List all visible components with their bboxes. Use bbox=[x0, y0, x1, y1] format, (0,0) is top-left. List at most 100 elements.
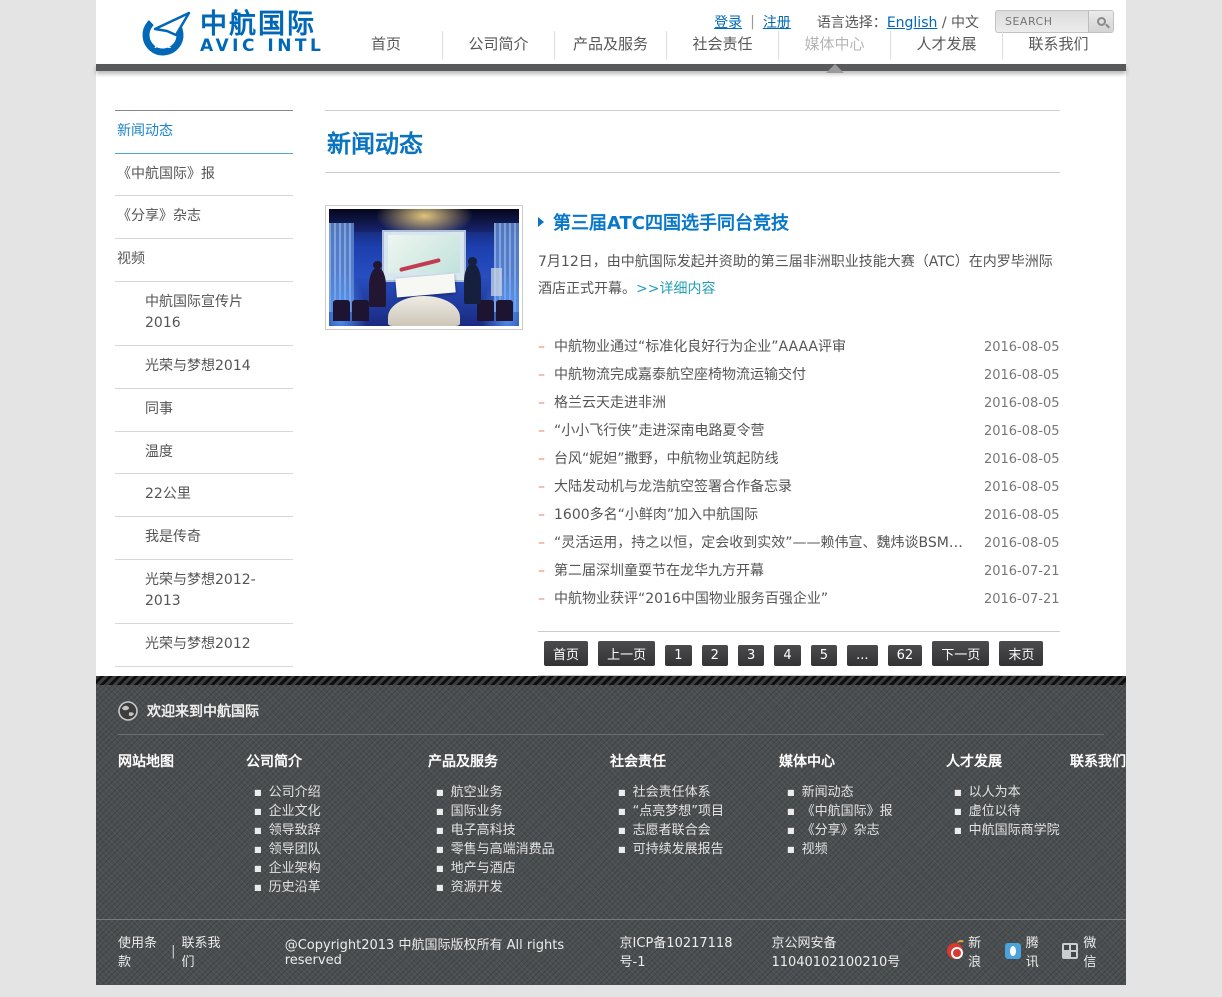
pagination-button[interactable]: 62 bbox=[888, 645, 923, 666]
login-link[interactable]: 登录 bbox=[714, 12, 742, 32]
news-title-link[interactable]: 中航物流完成嘉泰航空座椅物流运输交付 bbox=[554, 364, 976, 384]
footer-link[interactable]: ■可持续发展报告 bbox=[618, 840, 779, 859]
page-title: 新闻动态 bbox=[327, 130, 423, 158]
footer-link[interactable]: ■虚位以待 bbox=[954, 802, 1070, 821]
sidebar-item[interactable]: 光荣与梦想2012 bbox=[115, 624, 293, 667]
social-links: 新浪 腾讯 微信 bbox=[947, 932, 1104, 970]
search-button[interactable] bbox=[1088, 10, 1113, 33]
footer-link[interactable]: ■地产与酒店 bbox=[436, 859, 610, 878]
footer-link[interactable]: ■《中航国际》报 bbox=[787, 802, 946, 821]
sidebar-item[interactable]: 《中航国际》报 bbox=[115, 154, 293, 197]
news-title-link[interactable]: “小小飞行侠”走进深南电路夏令营 bbox=[554, 420, 976, 440]
pagination-button[interactable]: 2 bbox=[702, 645, 728, 666]
news-date: 2016-08-05 bbox=[984, 508, 1060, 523]
footer-link[interactable]: ■零售与高端消费品 bbox=[436, 840, 610, 859]
pagination-button[interactable]: 上一页 bbox=[598, 641, 655, 666]
pagination-button[interactable]: 首页 bbox=[544, 641, 588, 666]
news-title-link[interactable]: 格兰云天走进非洲 bbox=[554, 392, 976, 412]
weibo-icon bbox=[947, 943, 963, 959]
pagination-button[interactable]: 4 bbox=[774, 645, 800, 666]
contact-link[interactable]: 联系我们 bbox=[182, 932, 229, 970]
sidebar-item[interactable]: 我是传奇 bbox=[115, 517, 293, 560]
search-input[interactable] bbox=[996, 15, 1088, 28]
footer-link[interactable]: ■中航国际商学院 bbox=[954, 821, 1070, 840]
featured-news-image[interactable] bbox=[325, 205, 523, 330]
logo[interactable]: AVIC 中航国际 AVIC INTL bbox=[140, 8, 324, 58]
footer-column-heading[interactable]: 社会责任 bbox=[610, 751, 779, 771]
footer-link[interactable]: ■公司介绍 bbox=[254, 783, 428, 802]
pagination-button[interactable]: 1 bbox=[665, 645, 691, 666]
featured-news-title[interactable]: 第三届ATC四国选手同台竞技 bbox=[538, 209, 1060, 235]
footer-column-heading[interactable]: 联系我们 bbox=[1070, 751, 1126, 771]
news-title-link[interactable]: 中航物业获评“2016中国物业服务百强企业” bbox=[554, 588, 976, 608]
language-english-link[interactable]: English bbox=[887, 15, 938, 31]
pagination-button[interactable]: ... bbox=[847, 645, 877, 666]
sidebar-item[interactable]: 温度 bbox=[115, 432, 293, 475]
sidebar-item[interactable]: 视频 bbox=[115, 239, 293, 282]
social-link[interactable]: 腾讯 bbox=[1005, 932, 1047, 970]
sidebar-item[interactable]: 同事 bbox=[115, 389, 293, 432]
pagination-button[interactable]: 3 bbox=[738, 645, 764, 666]
news-title-link[interactable]: 中航物业通过“标准化良好行为企业”AAAA评审 bbox=[554, 336, 976, 356]
svg-text:AVIC: AVIC bbox=[155, 42, 172, 50]
footer-column-heading[interactable]: 媒体中心 bbox=[779, 751, 946, 771]
sidebar-item[interactable]: 《分享》杂志 bbox=[115, 196, 293, 239]
footer-link[interactable]: ■领导团队 bbox=[254, 840, 428, 859]
footer-link[interactable]: ■《分享》杂志 bbox=[787, 821, 946, 840]
pagination-button[interactable]: 下一页 bbox=[932, 641, 989, 666]
footer-link[interactable]: ■领导致辞 bbox=[254, 821, 428, 840]
pagination-button[interactable]: 5 bbox=[811, 645, 837, 666]
sidebar-item[interactable]: 光荣与梦想2012-2013 bbox=[115, 560, 293, 624]
footer-link[interactable]: ■企业文化 bbox=[254, 802, 428, 821]
wechat-icon bbox=[1062, 943, 1078, 959]
news-date: 2016-08-05 bbox=[984, 452, 1060, 467]
social-link[interactable]: 微信 bbox=[1062, 932, 1104, 970]
news-title-link[interactable]: 第二届深圳童耍节在龙华九方开幕 bbox=[554, 560, 976, 580]
footer-column-heading[interactable]: 人才发展 bbox=[946, 751, 1070, 771]
nav-item[interactable]: 首页 bbox=[330, 31, 442, 60]
social-link[interactable]: 新浪 bbox=[947, 932, 989, 970]
footer-link[interactable]: ■电子高科技 bbox=[436, 821, 610, 840]
footer-link[interactable]: ■历史沿革 bbox=[254, 878, 428, 897]
footer-link[interactable]: ■企业架构 bbox=[254, 859, 428, 878]
language-chinese[interactable]: 中文 bbox=[951, 15, 979, 31]
footer-column-heading[interactable]: 网站地图 bbox=[118, 751, 246, 771]
nav-item[interactable]: 产品及服务 bbox=[554, 31, 666, 60]
footer-link[interactable]: ■资源开发 bbox=[436, 878, 610, 897]
news-title-link[interactable]: 1600多名“小鲜肉”加入中航国际 bbox=[554, 504, 976, 524]
sidebar-item[interactable]: 新闻动态 bbox=[115, 111, 293, 154]
nav-item[interactable]: 公司简介 bbox=[442, 31, 554, 60]
terms-link[interactable]: 使用条款 bbox=[118, 932, 165, 970]
footer-link[interactable]: ■视频 bbox=[787, 840, 946, 859]
pagination-button[interactable]: 末页 bbox=[999, 641, 1043, 666]
footer-link[interactable]: ■社会责任体系 bbox=[618, 783, 779, 802]
nav-item[interactable]: 人才发展 bbox=[890, 31, 1002, 60]
footer-link[interactable]: ■国际业务 bbox=[436, 802, 610, 821]
footer-link[interactable]: ■新闻动态 bbox=[787, 783, 946, 802]
nav-item[interactable]: 社会责任 bbox=[666, 31, 778, 60]
footer-column-heading[interactable]: 公司简介 bbox=[246, 751, 428, 771]
bullet-icon: ■ bbox=[254, 859, 262, 878]
sidebar-item[interactable]: 中航国际宣传片2016 bbox=[115, 282, 293, 346]
news-title-link[interactable]: 台风“妮妲”撒野，中航物业筑起防线 bbox=[554, 448, 976, 468]
news-date: 2016-08-05 bbox=[984, 340, 1060, 355]
bullet-icon: ■ bbox=[436, 840, 444, 859]
sidebar-item[interactable]: 光荣与梦想2014 bbox=[115, 346, 293, 389]
nav-item[interactable]: 联系我们 bbox=[1002, 31, 1114, 60]
register-link[interactable]: 注册 bbox=[763, 12, 791, 32]
footer-column-heading[interactable]: 产品及服务 bbox=[428, 751, 610, 771]
footer-link[interactable]: ■志愿者联合会 bbox=[618, 821, 779, 840]
news-date: 2016-08-05 bbox=[984, 368, 1060, 383]
nav-item-label: 社会责任 bbox=[692, 35, 752, 53]
header-top-row: 登录 | 注册 语言选择：English / 中文 bbox=[714, 10, 1114, 33]
nav-item[interactable]: 媒体中心 bbox=[778, 31, 890, 60]
news-title-link[interactable]: “灵活运用，持之以恒，定会收到实效”——赖伟宣、魏炜谈BSM的应用推.. bbox=[554, 532, 976, 552]
featured-detail-link[interactable]: >>详细内容 bbox=[636, 281, 715, 297]
footer-link[interactable]: ■“点亮梦想”项目 bbox=[618, 802, 779, 821]
footer-link[interactable]: ■航空业务 bbox=[436, 783, 610, 802]
news-title-link[interactable]: 大陆发动机与龙浩航空签署合作备忘录 bbox=[554, 476, 976, 496]
footer-link[interactable]: ■以人为本 bbox=[954, 783, 1070, 802]
social-link-label: 新浪 bbox=[968, 932, 989, 970]
sidebar-item[interactable]: 22公里 bbox=[115, 474, 293, 517]
main-nav: 首页 公司简介 产品及服务 社会责任 媒体中心 人才发展 联系我们 bbox=[330, 31, 1114, 60]
